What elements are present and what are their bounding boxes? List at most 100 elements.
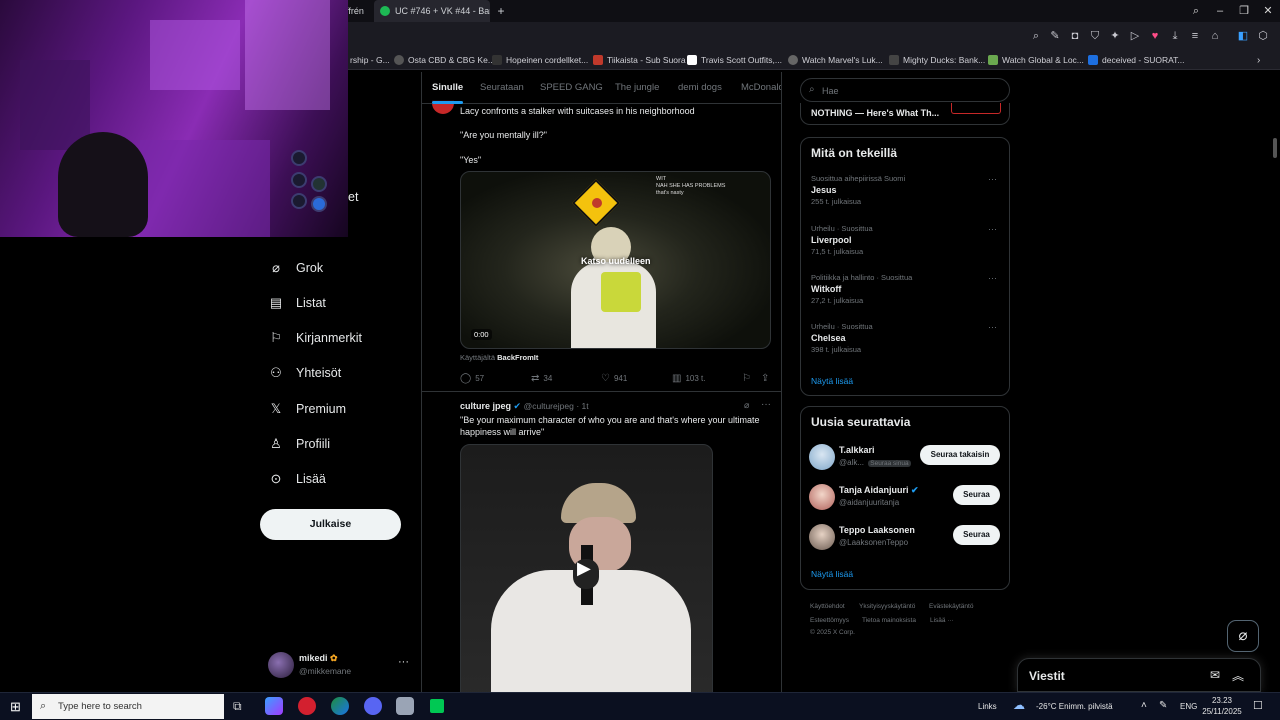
account-switcher[interactable]: mikedi ✿ @mikkemane ··· — [268, 650, 414, 682]
app-icon[interactable] — [428, 697, 446, 715]
nav-item-partial[interactable]: et — [348, 190, 358, 204]
nav-item-profile[interactable]: ♙ Profiili — [268, 432, 330, 456]
bookmark-item[interactable]: Travis Scott Outfits,... — [687, 52, 782, 68]
compose-message-icon[interactable]: ✉ — [1210, 668, 1220, 682]
nav-item-more[interactable]: ⊙ Lisää — [268, 467, 326, 491]
trend-item[interactable]: Urheilu · Suosittua Liverpool 71,5 t. ju… — [811, 224, 1001, 257]
follow-suggestion[interactable]: Teppo Laaksonen @LaaksonenTeppo Seuraa — [809, 522, 1003, 552]
tweet-video[interactable]: WIT NAH SHE HAS PROBLEMS that's nasty Ka… — [460, 171, 771, 349]
tab-for-you[interactable]: Sinulle — [432, 82, 463, 93]
follow-suggestion[interactable]: T.alkkari @alk... Seuraa sinua Seuraa ta… — [809, 442, 1003, 472]
lock-icon[interactable]: ⌂ — [1208, 29, 1222, 43]
bookmark-item[interactable]: Mighty Ducks: Bank... — [889, 52, 985, 68]
bookmark-item[interactable]: Hopeinen cordellket... — [492, 52, 588, 68]
author-handle[interactable]: @culturejpeg — [524, 401, 574, 411]
more-icon[interactable]: ··· — [761, 399, 771, 410]
search-tabs-icon[interactable]: ⌕ — [1184, 0, 1208, 22]
more-icon[interactable]: ··· — [988, 174, 997, 184]
bookmark-item[interactable]: deceived - SUORAT... — [1088, 52, 1185, 68]
maximize-icon[interactable]: ❐ — [1232, 0, 1256, 22]
bookmark-item[interactable]: Tiikaista - Sub Suora — [593, 52, 686, 68]
post-button[interactable]: Julkaise — [260, 509, 401, 540]
tweet-video[interactable]: ▶ — [460, 444, 713, 692]
bookmark-item[interactable]: Watch Global & Loc... — [988, 52, 1084, 68]
browser-tab-active[interactable]: UC #746 + VK #44 - Bamb — [374, 0, 490, 22]
expand-icon[interactable]: ︽ — [1232, 667, 1244, 684]
task-view-icon[interactable]: ⧉ — [233, 699, 242, 714]
trend-item[interactable]: Suosittua aihepiirissä Suomi Jesus 255 t… — [811, 174, 1001, 207]
follow-back-button[interactable]: Seuraa takaisin — [920, 445, 1000, 465]
follow-button[interactable]: Seuraa — [953, 525, 1000, 545]
bookmark-button[interactable]: ⚐ — [742, 373, 755, 384]
search-icon[interactable]: ⌕ — [1029, 29, 1043, 43]
nav-item-premium[interactable]: 𝕏 Premium — [268, 397, 346, 421]
bookmark-item[interactable]: Watch Marvel's Luk... — [788, 52, 883, 68]
notification-icon[interactable]: ☐ — [1253, 699, 1263, 712]
views-button[interactable]: ▥ 103 t. — [672, 373, 705, 384]
tab-mcdonald[interactable]: McDonald — [741, 82, 781, 93]
search-input[interactable]: ⌕ Hae — [800, 78, 1010, 102]
grok-button[interactable]: ⌀ — [1227, 620, 1259, 652]
shield-icon[interactable]: ⛉ — [1088, 29, 1102, 43]
tab-following[interactable]: Seurataan — [480, 82, 524, 93]
follow-suggestion[interactable]: Tanja Aidanjuuri ✔ @aidanjuuritanja Seur… — [809, 482, 1003, 512]
bookmark-item[interactable]: rship - G... — [350, 52, 390, 68]
more-icon[interactable]: ··· — [398, 656, 409, 668]
camera-icon[interactable]: ◘ — [1068, 29, 1082, 43]
show-more-trends[interactable]: Näytä lisää — [811, 376, 853, 386]
footer-link[interactable]: Evästekäytäntö — [929, 603, 973, 610]
grok-icon[interactable]: ⌀ — [744, 400, 749, 411]
cube-icon[interactable]: ⬡ — [1256, 29, 1270, 43]
show-more-follow[interactable]: Näytä lisää — [811, 569, 853, 579]
app-icon[interactable] — [265, 697, 283, 715]
footer-link[interactable]: Tietoa mainoksista — [862, 617, 916, 624]
footer-link[interactable]: Esteettömyys — [810, 617, 849, 624]
messages-drawer[interactable]: Viestit ✉ ︽ — [1017, 658, 1261, 692]
footer-link[interactable]: Yksityisyyskäytäntö — [859, 603, 915, 610]
author-name[interactable]: culture jpeg — [460, 401, 511, 411]
extension-icon[interactable]: ✦ — [1108, 29, 1122, 43]
more-icon[interactable]: ··· — [988, 322, 997, 332]
heart-icon[interactable]: ♥ — [1148, 29, 1162, 43]
trend-item[interactable]: Politiikka ja hallinto · Suosittua Witko… — [811, 273, 1001, 306]
opera-icon[interactable] — [298, 697, 316, 715]
discord-icon[interactable] — [364, 697, 382, 715]
chevron-right-icon[interactable]: › — [1257, 52, 1260, 68]
app-icon[interactable] — [396, 697, 414, 715]
tab-demi-dogs[interactable]: demi dogs — [678, 82, 722, 93]
edge-icon[interactable] — [331, 697, 349, 715]
replay-label[interactable]: Katso uudelleen — [581, 256, 651, 266]
nav-item-grok[interactable]: ⌀ Grok — [268, 256, 323, 280]
menu-icon[interactable]: ≡ — [1188, 29, 1202, 43]
footer-link[interactable]: Lisää ··· — [930, 617, 954, 624]
weather-text[interactable]: -26°C Enimm. pilvistä — [1036, 702, 1113, 711]
chevron-up-icon[interactable]: ˄ — [1141, 700, 1147, 711]
page-scrollbar[interactable] — [1270, 72, 1280, 692]
nav-item-bookmarks[interactable]: ⚐ Kirjanmerkit — [268, 326, 362, 350]
footer-link[interactable]: Käyttöehdot — [810, 603, 845, 610]
tweet-time[interactable]: · 1t — [576, 401, 588, 411]
reply-button[interactable]: ◯ 57 — [460, 373, 484, 384]
minimize-icon[interactable]: – — [1208, 0, 1232, 22]
bookmark-item[interactable]: Osta CBD & CBG Ke... — [394, 52, 495, 68]
follow-button[interactable]: Seuraa — [953, 485, 1000, 505]
links-toolbar[interactable]: Links — [978, 702, 997, 711]
nav-item-lists[interactable]: ▤ Listat — [268, 291, 326, 315]
media-attribution[interactable]: Käyttäjältä BackFromIt — [460, 353, 538, 362]
tab-speed-gang[interactable]: SPEED GANG — [540, 82, 603, 93]
repost-button[interactable]: ⇄ 34 — [531, 373, 552, 384]
play-icon[interactable]: ▶ — [577, 558, 591, 579]
play-icon[interactable]: ▷ — [1128, 29, 1142, 43]
clock[interactable]: 23.23 25/11/2025 — [1200, 695, 1244, 717]
trend-item[interactable]: Urheilu · Suosittua Chelsea 398 t. julka… — [811, 322, 1001, 355]
sidebar-icon[interactable]: ◧ — [1236, 29, 1250, 43]
windows-start-icon[interactable]: ⊞ — [10, 699, 21, 715]
close-icon[interactable]: ✕ — [1256, 0, 1280, 22]
like-button[interactable]: ♡ 941 — [601, 373, 627, 384]
share-button[interactable]: ⇪ — [761, 373, 773, 384]
pen-icon[interactable]: ✎ — [1159, 700, 1167, 711]
download-icon[interactable]: ⤓ — [1168, 29, 1182, 43]
scrollbar-thumb[interactable] — [1273, 138, 1277, 158]
news-card[interactable]: NOTHING — Here's What Th... — [800, 103, 1010, 125]
language-indicator[interactable]: ENG — [1180, 702, 1197, 711]
